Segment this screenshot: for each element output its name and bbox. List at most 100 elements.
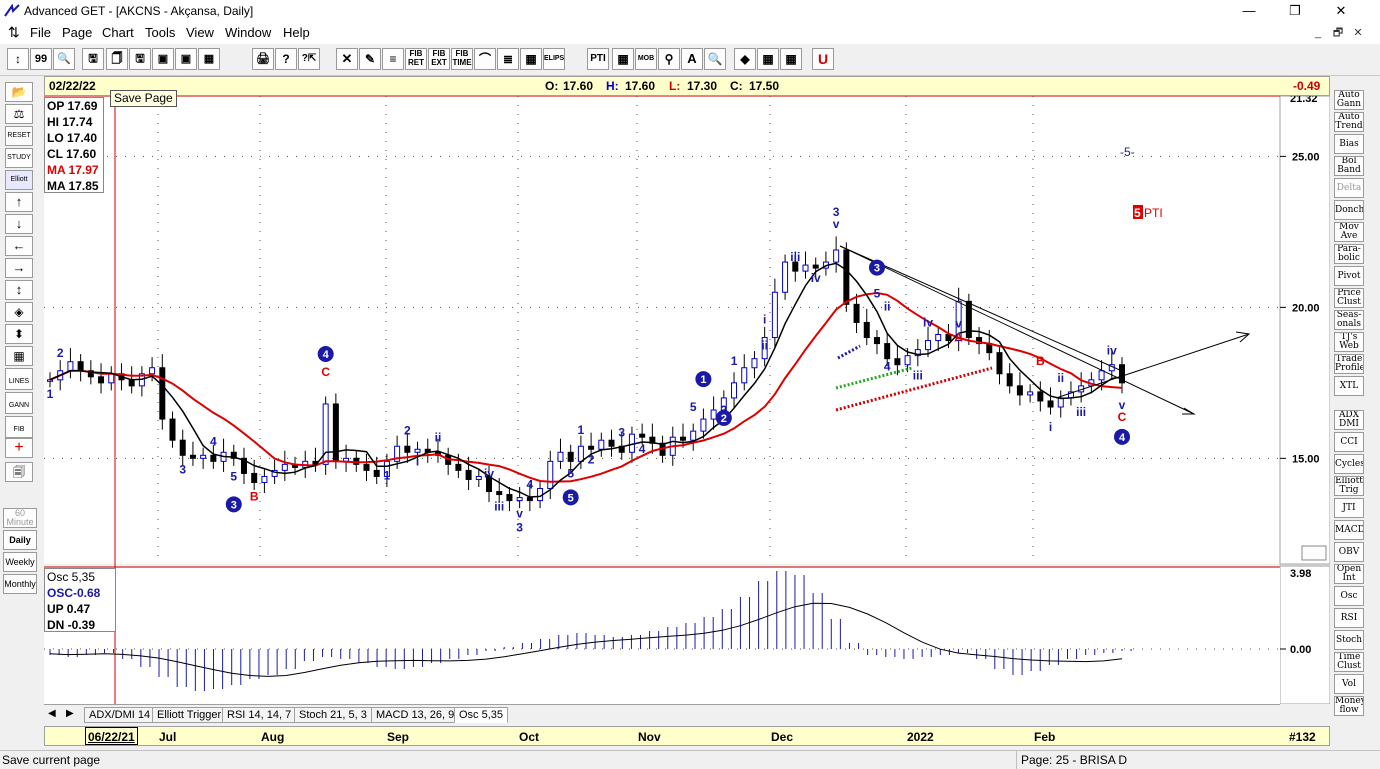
gann-box-icon[interactable]	[1301, 545, 1327, 561]
toolbar-help-icon[interactable]: ?	[275, 48, 297, 70]
toolbar-table-icon[interactable]: ▦	[612, 48, 634, 70]
timeframe-weekly[interactable]: Weekly	[3, 552, 37, 572]
timeframe-daily[interactable]: Daily	[3, 530, 37, 550]
toolbar-fib-ret-button[interactable]: FIB RET	[405, 48, 427, 70]
study-button[interactable]: STUDY	[5, 148, 33, 168]
study-time-clust-button[interactable]: Time Clust	[1334, 652, 1364, 672]
study-mov-ave-button[interactable]: Mov Ave	[1334, 222, 1364, 242]
menu-window[interactable]: Window	[225, 25, 271, 40]
toolbar-move-icon[interactable]: ↕	[7, 48, 29, 70]
study-obv-button[interactable]: OBV	[1334, 542, 1364, 562]
open-folder-icon[interactable]: 📂	[5, 82, 33, 102]
toolbar-pattern-icon[interactable]: ▦	[757, 48, 779, 70]
toolbar-fan-icon[interactable]: ≣	[497, 48, 519, 70]
study-jti-button[interactable]: JTI	[1334, 498, 1364, 518]
menu-help[interactable]: Help	[283, 25, 310, 40]
toolbar-arc-icon[interactable]: ⌒	[474, 48, 496, 70]
study-bias-button[interactable]: Bias	[1334, 134, 1364, 154]
menu-file[interactable]: File	[30, 25, 51, 40]
toolbar-lines-icon[interactable]: ≡	[382, 48, 404, 70]
mdi-minimize-button[interactable]: _	[1310, 26, 1326, 40]
timeframe-monthly[interactable]: Monthly	[3, 574, 37, 594]
balance-icon[interactable]: ⚖	[5, 104, 33, 124]
toolbar-magnify-icon[interactable]: 🔍	[704, 48, 726, 70]
study-stoch-button[interactable]: Stoch	[1334, 630, 1364, 650]
gann-button[interactable]: GANN	[5, 392, 33, 414]
toolbar-ellipse-button[interactable]: ELIPS	[543, 48, 565, 70]
toolbar-quote-icon[interactable]: 99	[30, 48, 52, 70]
toolbar-list-icon[interactable]: ▦	[780, 48, 802, 70]
study-osc-button[interactable]: Osc	[1334, 586, 1364, 606]
arrow-right-icon[interactable]: →	[5, 258, 33, 278]
toolbar-tile-icon[interactable]: ▣	[175, 48, 197, 70]
study-pivot-button[interactable]: Pivot	[1334, 266, 1364, 286]
tab-macd[interactable]: MACD 13, 26, 9	[371, 707, 460, 723]
minimize-button[interactable]: —	[1226, 0, 1272, 22]
study-adx-dmi-button[interactable]: ADX DMI	[1334, 410, 1364, 430]
study-elliott-trig-button[interactable]: Elliott Trig	[1334, 476, 1364, 496]
toolbar-u-button[interactable]: U	[812, 48, 834, 70]
mdi-close-button[interactable]: ✕	[1350, 26, 1366, 40]
toolbar-mob-button[interactable]: MOB	[635, 48, 657, 70]
toolbar-pencil-icon[interactable]: ✎	[359, 48, 381, 70]
toolbar-grid-icon[interactable]: ▦	[198, 48, 220, 70]
elliott-button[interactable]: Elliott	[5, 170, 33, 190]
study-para-bolic-button[interactable]: Para- bolic	[1334, 244, 1364, 264]
toolbar-copy-icon[interactable]: 🗍	[106, 48, 128, 70]
study-price-clust-button[interactable]: Price Clust	[1334, 288, 1364, 308]
toolbar-probe-icon[interactable]: ⚲	[658, 48, 680, 70]
study-cycles-button[interactable]: Cycles	[1334, 454, 1364, 474]
tab-stoch[interactable]: Stoch 21, 5, 3	[294, 707, 372, 723]
tab-osc[interactable]: Osc 5,35	[454, 707, 509, 723]
arrow-up-icon[interactable]: ↑	[5, 192, 33, 212]
price-chart[interactable]: 21345B3C4i2ii1iiiiv4v355123451212iiiiiii…	[44, 96, 1330, 704]
tab-elliott-trigger[interactable]: Elliott Trigger	[152, 707, 227, 723]
study-auto-trend-button[interactable]: Auto Trend	[1334, 112, 1364, 132]
tab-adx-dmi[interactable]: ADX/DMI 14	[84, 707, 156, 723]
fib-button[interactable]: FIB	[5, 416, 33, 438]
reset-button[interactable]: RESET	[5, 126, 33, 146]
menu-view[interactable]: View	[186, 25, 214, 40]
study-xtl-button[interactable]: XTL	[1334, 376, 1364, 396]
study-bol-band-button[interactable]: Bol Band	[1334, 156, 1364, 176]
tab-scroll-right-icon[interactable]: ▶	[66, 708, 74, 719]
study-donch-button[interactable]: Donch	[1334, 200, 1364, 220]
menu-tools[interactable]: Tools	[145, 25, 175, 40]
study-rsi-button[interactable]: RSI	[1334, 608, 1364, 628]
toolbar-box-icon[interactable]: ▦	[520, 48, 542, 70]
lines-button[interactable]: LINES	[5, 368, 33, 390]
timeframe-60-minute[interactable]: 60 Minute	[3, 508, 37, 528]
menu-chart[interactable]: Chart	[102, 25, 134, 40]
toolbar-context-help-icon[interactable]: ?⇱	[298, 48, 320, 70]
toolbar-fib-ext-button[interactable]: FIB EXT	[428, 48, 450, 70]
toolbar-text-icon[interactable]: A	[681, 48, 703, 70]
toolbar-print-icon[interactable]: 🖨	[252, 48, 274, 70]
arrow-down-icon[interactable]: ↓	[5, 214, 33, 234]
close-button[interactable]: ✕	[1318, 0, 1364, 22]
toolbar-crosshair-icon[interactable]: ✕	[336, 48, 358, 70]
grid-icon[interactable]: ▦	[5, 346, 33, 366]
study-open-int-button[interactable]: Open Int	[1334, 564, 1364, 584]
study-trade-profile-button[interactable]: Trade Profile	[1334, 354, 1364, 374]
maximize-button[interactable]: ❐	[1272, 0, 1318, 22]
compress-horizontal-icon[interactable]: ◈	[5, 302, 33, 322]
study-delta-button[interactable]: Delta	[1334, 178, 1364, 198]
toolbar-eraser-icon[interactable]: ◆	[734, 48, 756, 70]
study-macd-button[interactable]: MACD	[1334, 520, 1364, 540]
study-cci-button[interactable]: CCI	[1334, 432, 1364, 452]
study-money-flow-button[interactable]: Money flow	[1334, 696, 1364, 716]
compress-vertical-icon[interactable]: ⬍	[5, 324, 33, 344]
menu-page[interactable]: Page	[62, 25, 92, 40]
study-vol-button[interactable]: Vol	[1334, 674, 1364, 694]
mdi-restore-button[interactable]: 🗗	[1330, 26, 1346, 40]
study-tj-s-web-button[interactable]: TJ's Web	[1334, 332, 1364, 352]
toolbar-zoom-icon[interactable]: 🔍	[53, 48, 75, 70]
toolbar-fib-time-button[interactable]: FIB TIME	[451, 48, 473, 70]
crosshair-add-icon[interactable]: +	[5, 438, 33, 458]
tab-rsi[interactable]: RSI 14, 14, 7	[222, 707, 297, 723]
toolbar-window-icon[interactable]: ▣	[152, 48, 174, 70]
tab-scroll-left-icon[interactable]: ◀	[48, 708, 56, 719]
study-seas-onals-button[interactable]: Seas- onals	[1334, 310, 1364, 330]
toolbar-pti-button[interactable]: PTI	[587, 48, 609, 70]
arrow-left-icon[interactable]: ←	[5, 236, 33, 256]
